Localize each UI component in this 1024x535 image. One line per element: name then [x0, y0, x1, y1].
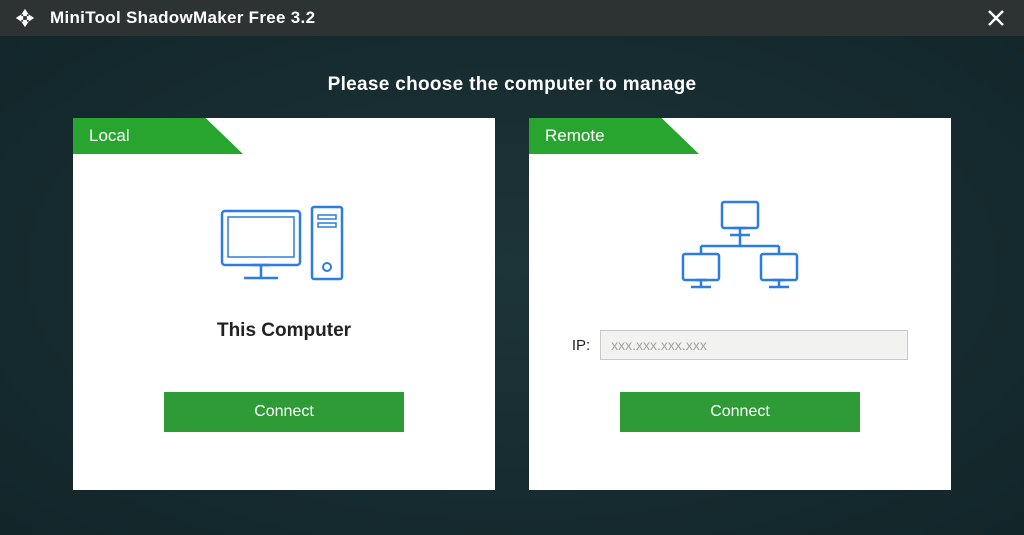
cards-row: Local This Computer Connect R	[0, 118, 1024, 490]
page-heading: Please choose the computer to manage	[0, 74, 1024, 96]
remote-tab[interactable]: Remote	[529, 118, 699, 154]
local-icon-area	[214, 196, 354, 296]
local-tab[interactable]: Local	[73, 118, 243, 154]
ip-prefix-label: IP:	[572, 337, 590, 354]
remote-icon-area	[665, 196, 815, 296]
local-tab-row: Local	[73, 118, 495, 154]
app-title: MiniTool ShadowMaker Free 3.2	[50, 8, 315, 28]
local-card: Local This Computer Connect	[73, 118, 495, 490]
local-tab-label: Local	[89, 126, 130, 146]
local-connect-button[interactable]: Connect	[164, 392, 404, 432]
remote-connect-button[interactable]: Connect	[620, 392, 860, 432]
local-inactive-tab	[209, 118, 495, 154]
close-button[interactable]	[982, 4, 1010, 32]
app-logo-icon	[14, 7, 36, 29]
ip-row: IP:	[554, 330, 925, 360]
remote-tab-row: Remote	[529, 118, 951, 154]
remote-connect-label: Connect	[710, 403, 770, 421]
remote-inactive-tab	[665, 118, 951, 154]
ip-input[interactable]	[600, 330, 908, 360]
computer-icon	[214, 201, 354, 291]
remote-tab-label: Remote	[545, 126, 605, 146]
local-label: This Computer	[217, 320, 351, 342]
network-icon	[665, 196, 815, 296]
titlebar: MiniTool ShadowMaker Free 3.2	[0, 0, 1024, 36]
remote-card: Remote	[529, 118, 951, 490]
close-icon	[986, 8, 1006, 28]
local-connect-label: Connect	[254, 403, 314, 421]
